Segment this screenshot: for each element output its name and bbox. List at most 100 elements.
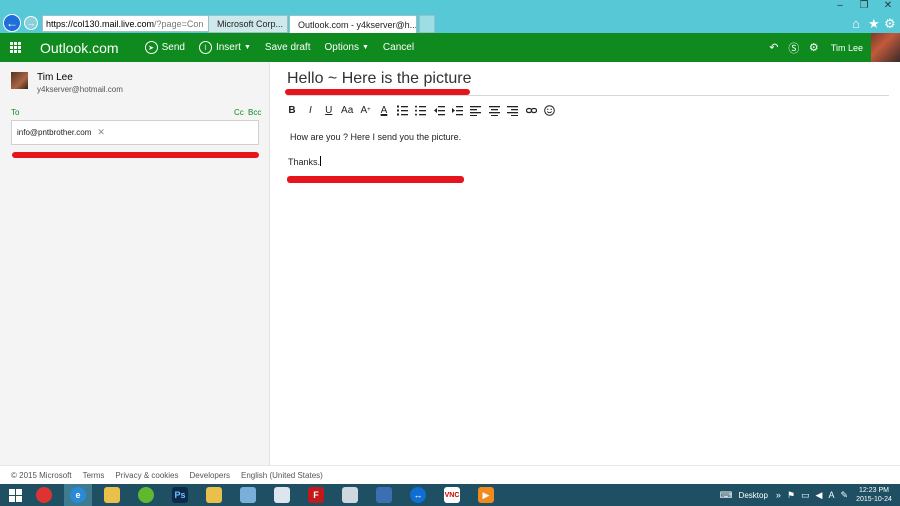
message-body-line[interactable]: How are you ? Here I send you the pictur…	[290, 132, 461, 142]
decrease-indent-icon[interactable]	[430, 102, 448, 118]
brand-logo[interactable]: Outlook.com	[40, 40, 119, 56]
underline-button[interactable]: U	[320, 102, 338, 118]
show-hidden-icons-icon[interactable]: »	[776, 490, 781, 500]
taskbar-scanner[interactable]	[234, 484, 262, 506]
taskbar-media-player[interactable]: ▶	[472, 484, 500, 506]
privacy-link[interactable]: Privacy & cookies	[115, 471, 178, 480]
taskbar-explorer[interactable]	[98, 484, 126, 506]
favorites-star-icon[interactable]: ★	[868, 16, 880, 32]
bcc-link[interactable]: Bcc	[248, 108, 261, 117]
insert-button[interactable]: ⌇ Insert ▼	[198, 41, 251, 54]
forward-button[interactable]: →	[24, 16, 38, 30]
taskbar-ie[interactable]: e	[64, 484, 92, 506]
network-status-icon[interactable]: ▭	[801, 490, 810, 501]
formatting-toolbar: B I U Aa A + A	[283, 102, 559, 118]
copyright-text: © 2015 Microsoft	[11, 470, 72, 480]
font-size-button[interactable]: Aa	[338, 102, 356, 118]
taskbar-filezilla[interactable]: F	[302, 484, 330, 506]
bulleted-list-icon[interactable]	[412, 102, 430, 118]
address-bar[interactable]: https://col130.mail.live.com/?page=Con	[42, 15, 212, 32]
vnc-icon: VNC	[444, 487, 460, 503]
home-icon[interactable]: ⌂	[852, 16, 860, 31]
tab-outlook[interactable]: Outlook.com - y4kserver@h... ✕	[289, 15, 417, 33]
subject-divider	[287, 95, 889, 96]
align-center-icon[interactable]	[485, 102, 503, 118]
taskbar-folder[interactable]	[200, 484, 228, 506]
increase-indent-icon[interactable]	[449, 102, 467, 118]
developers-link[interactable]: Developers	[190, 471, 230, 480]
app-launcher-button[interactable]	[0, 33, 30, 62]
italic-button[interactable]: I	[301, 102, 319, 118]
taskbar-photoshop[interactable]: Ps	[166, 484, 194, 506]
windows-logo-icon	[8, 488, 22, 502]
highlight-underline	[12, 152, 259, 158]
align-left-icon[interactable]	[467, 102, 485, 118]
taskbar-teamviewer[interactable]: ↔	[404, 484, 432, 506]
taskbar-vnc[interactable]: VNC	[438, 484, 466, 506]
sender-email: y4kserver@hotmail.com	[37, 85, 123, 94]
grow-font-button[interactable]: A +	[357, 102, 375, 118]
skype-icon[interactable]: Ⓢ	[785, 40, 803, 56]
taskbar-chrome[interactable]	[30, 484, 58, 506]
chrome-icon	[36, 487, 52, 503]
close-window-button[interactable]: ✕	[876, 0, 900, 12]
save-draft-button[interactable]: Save draft	[265, 42, 311, 53]
input-language-icon[interactable]: A	[828, 490, 834, 500]
font-color-button[interactable]: A	[375, 102, 393, 118]
message-body-line[interactable]: Thanks.	[288, 156, 322, 167]
numbered-list-icon[interactable]	[393, 102, 411, 118]
account-name[interactable]: Tim Lee	[831, 43, 863, 53]
taskbar-document[interactable]	[268, 484, 296, 506]
action-center-flag-icon[interactable]: ⚑	[787, 490, 795, 501]
undo-icon[interactable]: ↶	[765, 41, 783, 54]
avatar[interactable]	[871, 33, 900, 62]
taskbar-clock[interactable]: 12:23 PM 2015-10-24	[854, 486, 894, 504]
insert-label: Insert	[215, 42, 241, 53]
appbar-right: ↶ Ⓢ ⚙ Tim Lee	[765, 33, 900, 62]
align-right-icon[interactable]	[504, 102, 522, 118]
new-tab-button[interactable]	[419, 15, 435, 33]
clock-date: 2015-10-24	[856, 496, 892, 503]
minimize-button[interactable]: –	[828, 0, 852, 12]
tools-gear-icon[interactable]: ⚙	[884, 16, 896, 32]
recipients-pane: Tim Lee y4kserver@hotmail.com To Cc Bcc …	[0, 62, 270, 465]
to-field[interactable]: info@pntbrother.com ✕	[11, 120, 259, 145]
tab-microsoft[interactable]: Microsoft Corp...	[208, 15, 288, 33]
to-label[interactable]: To	[11, 108, 19, 117]
attach-icon: ⌇	[198, 41, 212, 54]
options-label: Options	[324, 42, 359, 53]
save-draft-label: Save draft	[264, 42, 311, 53]
desktop-toolbar[interactable]: Desktop	[739, 491, 768, 500]
document-icon	[274, 487, 290, 503]
recipient-chip[interactable]: info@pntbrother.com ✕	[17, 127, 105, 138]
terms-link[interactable]: Terms	[83, 471, 105, 480]
ime-icon[interactable]: ✎	[840, 490, 848, 501]
back-button[interactable]: ←	[3, 14, 21, 32]
start-button[interactable]	[0, 484, 30, 506]
insert-link-icon[interactable]	[522, 102, 540, 118]
bold-button[interactable]: B	[283, 102, 301, 118]
emoji-icon[interactable]	[540, 102, 558, 118]
settings-gear-icon[interactable]: ⚙	[805, 41, 823, 54]
language-link[interactable]: English (United States)	[241, 471, 323, 480]
cc-link[interactable]: Cc	[234, 108, 244, 117]
grow-font-label: A	[360, 104, 368, 116]
waffle-icon	[9, 42, 21, 53]
url-host: https://col130.mail.live.com	[46, 18, 155, 29]
remove-recipient-icon[interactable]: ✕	[97, 127, 105, 138]
media-player-icon: ▶	[478, 487, 494, 503]
send-button[interactable]: ➤ Send	[144, 41, 185, 54]
taskbar-network[interactable]	[336, 484, 364, 506]
keyboard-icon[interactable]: ⌨	[720, 490, 733, 501]
restore-button[interactable]: ❐	[852, 0, 876, 12]
volume-icon[interactable]: ◀	[816, 490, 823, 501]
taskbar-dreamweaver[interactable]	[132, 484, 160, 506]
send-icon: ➤	[144, 41, 158, 54]
system-tray: ⌨ Desktop » ⚑ ▭ ◀ A ✎ 12:23 PM 2015-10-2…	[720, 484, 900, 506]
dreamweaver-icon	[138, 487, 154, 503]
cancel-button[interactable]: Cancel	[383, 42, 414, 53]
taskbar-remote-desktop[interactable]	[370, 484, 398, 506]
subject-field[interactable]: Hello ~ Here is the picture	[287, 70, 472, 88]
options-button[interactable]: Options ▼	[325, 42, 369, 53]
chevron-down-icon: ▼	[361, 44, 369, 51]
